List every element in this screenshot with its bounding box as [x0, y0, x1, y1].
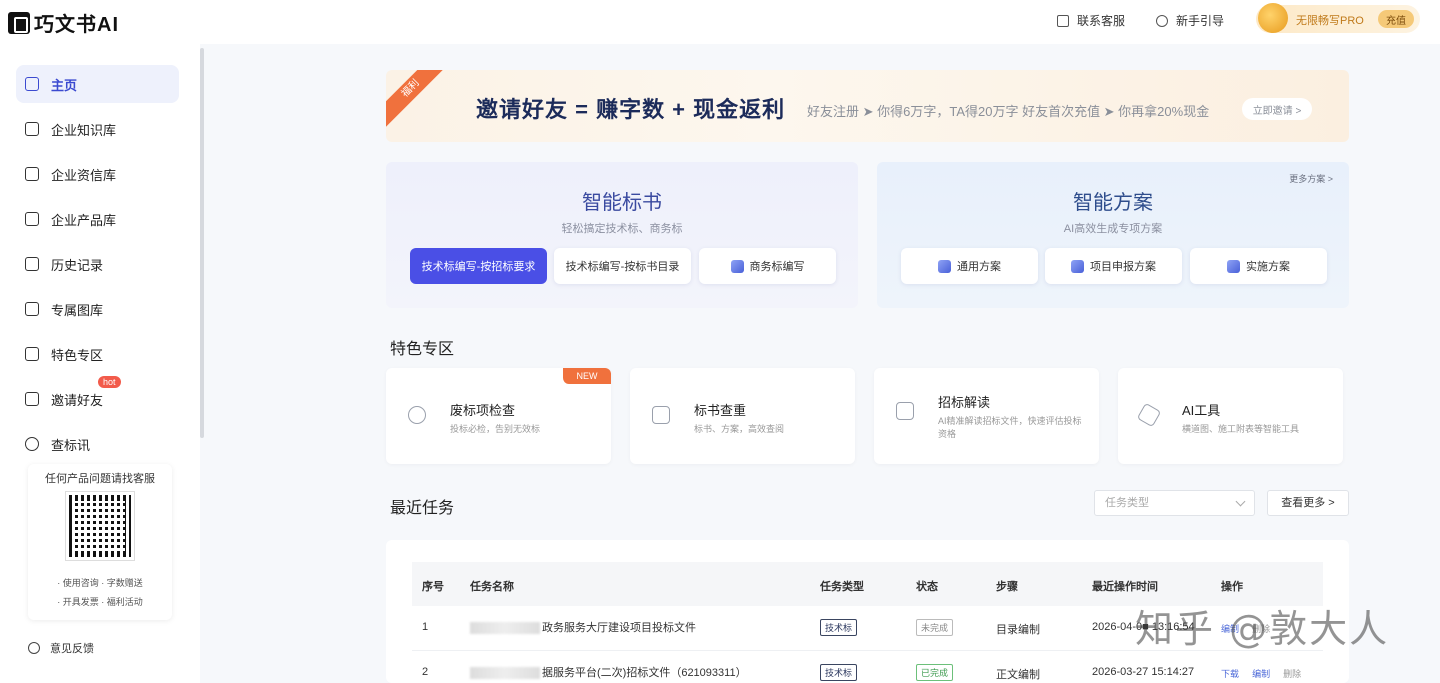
home-icon — [25, 77, 39, 91]
status-badge: 未完成 — [916, 619, 954, 636]
delete-link[interactable]: 删除 — [1283, 669, 1301, 679]
implementation-plan-icon — [1227, 259, 1240, 273]
tech-bid-by-outline-button[interactable]: 技术标编写-按标书目录 — [554, 248, 691, 284]
search-icon — [408, 406, 426, 424]
book-icon — [25, 122, 39, 136]
crown-icon — [1258, 3, 1288, 33]
recent-tasks-title: 最近任务 — [390, 500, 455, 517]
tech-bid-by-requirements-button[interactable]: 技术标编写-按招标要求 — [410, 248, 547, 284]
hot-badge: hot — [98, 376, 121, 388]
banner-subtitle: 好友注册 ➤ 你得6万字，TA得20万字 好友首次充值 ➤ 你再拿20%现金 — [807, 104, 1210, 119]
redacted-text — [470, 667, 540, 680]
panel-subtitle: AI高效生成专项方案 — [1063, 223, 1163, 235]
view-more-button[interactable]: 查看更多 > — [1267, 490, 1349, 516]
gift-icon — [25, 392, 39, 406]
camera-icon — [25, 302, 39, 316]
logo[interactable]: 巧文书AI — [8, 8, 119, 37]
business-bid-button[interactable]: 商务标编写 — [699, 248, 836, 284]
support-icon — [1057, 14, 1069, 27]
business-bid-icon — [730, 259, 744, 273]
compass-icon — [1156, 14, 1168, 27]
welfare-ribbon: 福利 — [386, 70, 450, 128]
implementation-plan-button[interactable]: 实施方案 — [1190, 248, 1327, 284]
document-icon — [25, 257, 39, 271]
pro-text: 无限畅写PRO — [1296, 15, 1364, 27]
pro-membership-pill[interactable]: 无限畅写PRO 充值 — [1256, 3, 1420, 33]
project-application-icon — [1071, 259, 1084, 273]
status-badge: 已完成 — [916, 664, 954, 681]
sidebar-scrollbar[interactable] — [200, 48, 204, 438]
panel-title: 智能标书 — [582, 192, 662, 214]
table-row: 2 据服务平台(二次)招标文件（621093311） 技术标 已完成 正文编制 … — [412, 651, 1323, 683]
qr-code-image — [65, 491, 135, 561]
more-plans-link[interactable]: 更多方案 > — [1289, 172, 1333, 185]
edit-link[interactable]: 编制 — [1252, 669, 1270, 679]
panel-title: 智能方案 — [1073, 192, 1153, 214]
smart-plan-panel: 更多方案 > 智能方案 AI高效生成专项方案 通用方案 项目申报方案 实施方案 — [877, 162, 1349, 308]
sidebar-item-invite[interactable]: 邀请好友 hot — [16, 376, 179, 418]
download-link[interactable]: 下载 — [1221, 669, 1239, 679]
sidebar-item-featured[interactable]: 特色专区 — [16, 335, 179, 373]
star-icon — [25, 347, 39, 361]
logo-icon — [8, 11, 30, 34]
contact-support-link[interactable]: 联系客服 — [1057, 12, 1125, 29]
general-plan-button[interactable]: 通用方案 — [901, 248, 1038, 284]
info-icon — [28, 642, 40, 654]
qr-title: 任何产品问题请找客服 — [45, 473, 155, 485]
sidebar-item-knowledge-base[interactable]: 企业知识库 — [16, 110, 179, 148]
sidebar-item-gallery[interactable]: 专属图库 — [16, 290, 179, 328]
smart-bid-panel: 智能标书 轻松搞定技术标、商务标 技术标编写-按招标要求 技术标编写-按标书目录… — [386, 162, 858, 308]
invite-now-button[interactable]: 立即邀请 > — [1242, 98, 1312, 120]
target-icon — [25, 437, 39, 451]
sidebar-item-home[interactable]: 主页 — [16, 65, 179, 103]
feature-card-ai-tools[interactable]: AI工具 横道图、施工附表等智能工具 — [1118, 368, 1343, 464]
support-qr-card: 任何产品问题请找客服 · 使用咨询 · 字数赠送 · 开具发票 · 福利活动 — [28, 464, 172, 620]
project-application-button[interactable]: 项目申报方案 — [1045, 248, 1182, 284]
logo-text: 巧文书AI — [34, 14, 119, 36]
watermark: 知乎 @敦大人 — [1135, 607, 1390, 651]
document-check-icon — [652, 406, 670, 424]
qr-line: · 开具发票 · 福利活动 — [57, 597, 143, 607]
new-badge: NEW — [563, 368, 611, 384]
top-header: 巧文书AI 联系客服 新手引导 无限畅写PRO 充值 — [0, 0, 1440, 44]
sidebar-item-products[interactable]: 企业产品库 — [16, 200, 179, 238]
chevron-down-icon — [1235, 496, 1246, 507]
redacted-text — [470, 622, 540, 635]
general-plan-icon — [938, 259, 951, 273]
features-section-title: 特色专区 — [390, 341, 455, 358]
qr-line: · 使用咨询 · 字数赠送 — [57, 578, 143, 588]
recharge-button[interactable]: 充值 — [1378, 10, 1414, 28]
panel-subtitle: 轻松搞定技术标、商务标 — [561, 223, 683, 235]
feature-card-invalid-check[interactable]: 废标项检查 投标必检，告别无效标 NEW — [386, 368, 611, 464]
feedback-link[interactable]: 意见反馈 — [28, 640, 94, 656]
beginner-guide-link[interactable]: 新手引导 — [1156, 12, 1224, 29]
feature-card-duplicate-check[interactable]: 标书查重 标书、方案，高效查阅 — [630, 368, 855, 464]
sidebar-item-history[interactable]: 历史记录 — [16, 245, 179, 283]
sidebar-item-tender-info[interactable]: 查标讯 — [16, 425, 179, 463]
hexagon-icon — [1136, 402, 1162, 428]
task-type-select[interactable]: 任务类型 — [1094, 490, 1255, 516]
invite-banner[interactable]: 福利 邀请好友 = 赚字数 + 现金返利 好友注册 ➤ 你得6万字，TA得20万… — [386, 70, 1349, 142]
feature-card-tender-interpretation[interactable]: 招标解读 AI精准解读招标文件，快速评估投标资格 — [874, 368, 1099, 464]
document-edit-icon — [896, 402, 914, 420]
shield-icon — [25, 167, 39, 181]
sidebar-item-credentials[interactable]: 企业资信库 — [16, 155, 179, 193]
banner-title: 邀请好友 = 赚字数 + 现金返利 — [476, 97, 786, 122]
box-icon — [25, 212, 39, 226]
